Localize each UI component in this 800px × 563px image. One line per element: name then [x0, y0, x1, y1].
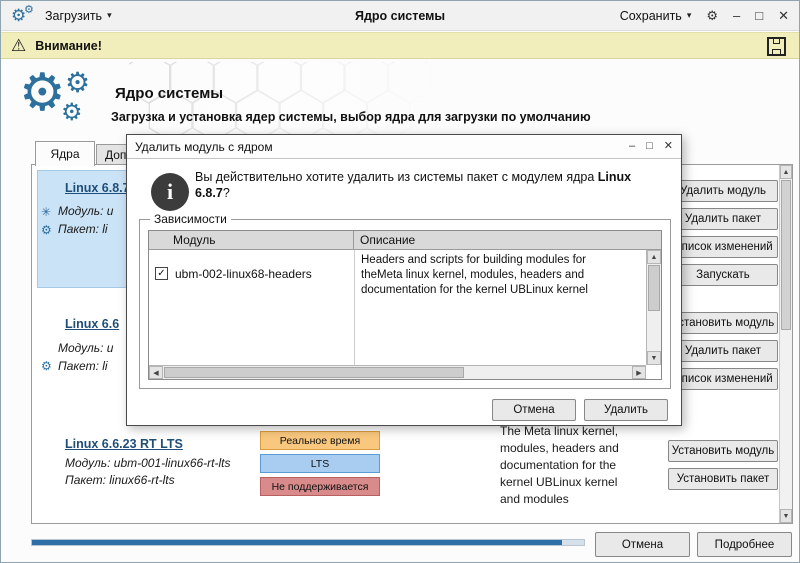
gear-icon: ⚙ [65, 69, 90, 97]
kernel3-name-link[interactable]: Linux 6.6.23 RT LTS [65, 437, 183, 451]
scroll-down-icon[interactable]: ▼ [647, 351, 661, 365]
scroll-down-icon[interactable]: ▼ [780, 509, 792, 523]
kernel3-module-label: Модуль: ubm-001-linux66-rt-lts [65, 456, 231, 470]
dialog-delete-button[interactable]: Удалить [584, 399, 668, 421]
footer-details-button[interactable]: Подробнее [697, 532, 792, 557]
table-horizontal-scrollbar[interactable]: ◀ ▶ [149, 365, 646, 379]
kernel2-package-label: Пакет: li [58, 359, 108, 373]
gear-icon: ⚙ [24, 5, 34, 16]
badge-realtime-label: Реальное время [280, 435, 360, 447]
warning-label: Внимание! [35, 39, 102, 53]
scrollbar-thumb[interactable] [164, 367, 464, 378]
kernel1-module-label: Модуль: u [58, 204, 113, 218]
page-title: Ядро системы [115, 85, 223, 102]
kernel1-run-button[interactable]: Запускать [668, 264, 778, 286]
column-header-module[interactable]: Модуль [149, 231, 354, 249]
kernel2-module-label: Модуль: u [58, 341, 113, 355]
kernel2-changelog-button[interactable]: Список изменений [668, 368, 778, 390]
kernel1-delete-package-button[interactable]: Удалить пакет [668, 208, 778, 230]
chevron-down-icon: ▾ [687, 10, 692, 21]
load-menu-button[interactable]: Загрузить ▾ [45, 9, 112, 23]
save-file-icon[interactable] [767, 37, 786, 56]
dialog-titlebar[interactable]: Удалить модуль с ядром – □ ✕ [127, 135, 681, 159]
scroll-right-icon[interactable]: ▶ [632, 366, 646, 379]
kernel3-description: The Meta linux kernel, modules, headers … [500, 423, 640, 508]
footer-cancel-button[interactable]: Отмена [595, 532, 690, 557]
kernel3-package-label: Пакет: linux66-rt-lts [65, 473, 175, 487]
app-logo-gears-icon: ⚙ ⚙ [11, 5, 37, 27]
check-icon: ✓ [157, 269, 165, 279]
column-divider [354, 250, 355, 365]
dialog-minimize-icon[interactable]: – [629, 141, 635, 152]
kernel2-install-module-button[interactable]: Установить модуль [668, 312, 778, 334]
list-vertical-scrollbar[interactable]: ▲ ▼ [779, 165, 792, 523]
close-icon[interactable]: ✕ [778, 9, 789, 22]
dependencies-group: Зависимости Модуль Описание ✓ ubm-002-li… [139, 219, 671, 389]
save-menu-button[interactable]: Сохранить ▾ [620, 9, 692, 23]
kernel1-name-link[interactable]: Linux 6.8.7 [65, 181, 130, 195]
kernel2-package-status-icon: ⚙ [41, 360, 52, 372]
dialog-cancel-button[interactable]: Отмена [492, 399, 576, 421]
dialog-message-text: Вы действительно хотите удалить из систе… [195, 170, 594, 184]
app-window: ⚙ ⚙ Загрузить ▾ Ядро системы Сохранить ▾… [0, 0, 800, 563]
dialog-title: Удалить модуль с ядром [135, 140, 273, 154]
delete-module-dialog: Удалить модуль с ядром – □ ✕ i Вы действ… [126, 134, 682, 426]
dependencies-table: Модуль Описание ✓ ubm-002-linux68-header… [148, 230, 662, 380]
titlebar[interactable]: ⚙ ⚙ Загрузить ▾ Ядро системы Сохранить ▾… [1, 1, 799, 31]
scrollbar-thumb[interactable] [648, 265, 660, 311]
page-subtitle: Загрузка и установка ядер системы, выбор… [111, 110, 591, 124]
kernel1-delete-module-button[interactable]: Удалить модуль [668, 180, 778, 202]
table-vertical-scrollbar[interactable]: ▲ ▼ [646, 250, 661, 365]
dialog-close-icon[interactable]: ✕ [664, 141, 673, 152]
minimize-icon[interactable]: – [733, 9, 740, 22]
settings-gear-icon[interactable]: ⚙ [706, 9, 718, 22]
warning-bar: ⚠ Внимание! [1, 32, 799, 59]
dependency-checkbox[interactable]: ✓ [155, 267, 168, 280]
dependencies-label: Зависимости [150, 212, 231, 226]
dialog-message: Вы действительно хотите удалить из систе… [195, 169, 647, 201]
badge-realtime: Реальное время [260, 431, 380, 450]
scroll-up-icon[interactable]: ▲ [780, 165, 792, 179]
kernel1-changelog-button[interactable]: Список изменений [668, 236, 778, 258]
chevron-down-icon: ▾ [107, 10, 112, 21]
dialog-message-suffix: ? [223, 186, 230, 200]
badge-lts: LTS [260, 454, 380, 473]
warning-icon: ⚠ [11, 37, 26, 54]
progress-bar [31, 539, 585, 546]
kernel1-package-status-icon: ⚙ [41, 224, 52, 236]
gear-icon: ⚙ [19, 67, 66, 119]
column-header-description[interactable]: Описание [354, 231, 661, 249]
badge-unsupported-label: Не поддерживается [272, 481, 369, 493]
tab-kernels[interactable]: Ядра [35, 141, 95, 166]
maximize-icon[interactable]: □ [755, 9, 763, 22]
gear-icon: ⚙ [61, 101, 83, 125]
dependency-description: Headers and scripts for building modules… [361, 253, 601, 298]
info-icon: i [151, 173, 189, 211]
badge-unsupported: Не поддерживается [260, 477, 380, 496]
dependency-module-name[interactable]: ubm-002-linux68-headers [175, 267, 312, 281]
kernel2-name-link[interactable]: Linux 6.6 [65, 317, 119, 331]
dialog-maximize-icon[interactable]: □ [646, 141, 653, 152]
kernel2-delete-package-button[interactable]: Удалить пакет [668, 340, 778, 362]
scroll-up-icon[interactable]: ▲ [647, 250, 661, 264]
kernel3-install-module-button[interactable]: Установить модуль [668, 440, 778, 462]
table-header: Модуль Описание [149, 231, 661, 250]
save-menu-label: Сохранить [620, 9, 682, 23]
progress-bar-fill [32, 540, 562, 545]
kernel1-package-label: Пакет: li [58, 222, 108, 236]
scrollbar-thumb[interactable] [781, 180, 791, 330]
window-title: Ядро системы [355, 9, 445, 23]
kernel3-install-package-button[interactable]: Установить пакет [668, 468, 778, 490]
kernel1-module-status-icon: ✳ [41, 206, 51, 218]
scroll-left-icon[interactable]: ◀ [149, 366, 163, 379]
kernel-gears-icon: ⚙ ⚙ ⚙ [19, 67, 111, 133]
load-menu-label: Загрузить [45, 9, 102, 23]
badge-lts-label: LTS [311, 458, 329, 470]
